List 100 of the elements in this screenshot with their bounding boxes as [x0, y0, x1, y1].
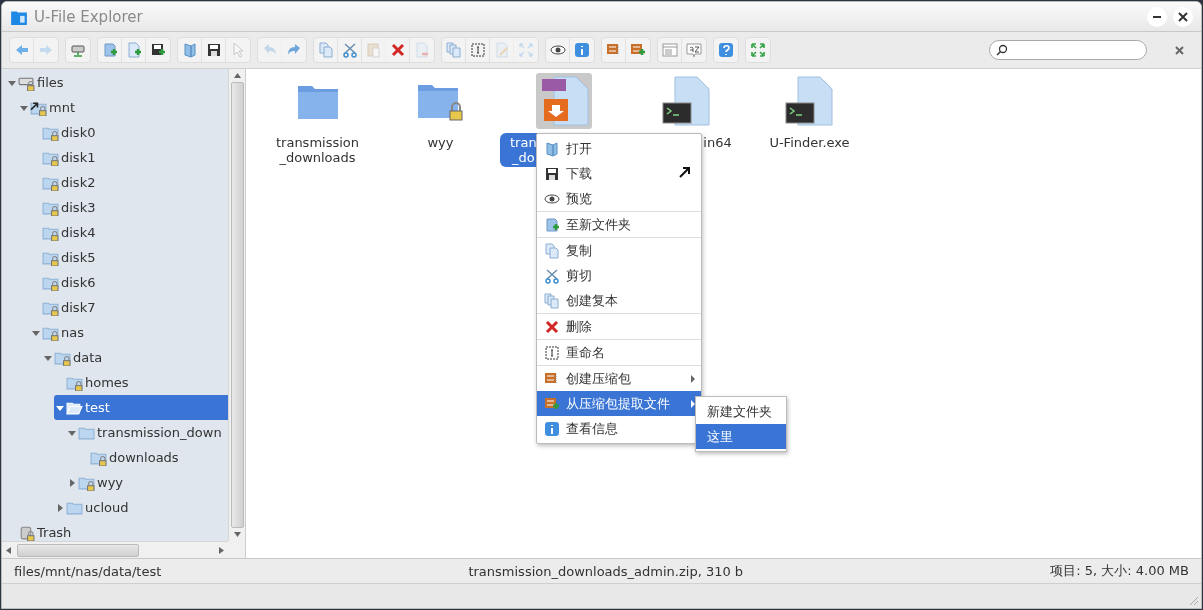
text-cursor-icon	[544, 344, 560, 361]
copy-icon	[317, 42, 334, 58]
eye-icon	[549, 42, 566, 58]
text-cursor-icon	[469, 42, 486, 58]
scissors-icon	[544, 267, 560, 284]
tree-item[interactable]: wyy	[66, 470, 228, 495]
path-text: files/mnt/nas/data/test	[14, 563, 162, 579]
horizontal-scrollbar[interactable]	[2, 541, 228, 558]
menu-item[interactable]: 至新文件夹	[537, 212, 701, 237]
link-folder-icon	[30, 99, 47, 116]
pointer-icon	[230, 42, 246, 58]
file-name: transmission _downloads	[275, 134, 359, 167]
book-icon	[544, 140, 560, 157]
archive-arrow-icon	[544, 395, 560, 412]
scrollbar-thumb[interactable]	[17, 543, 139, 557]
archive-arrow-icon	[630, 42, 646, 58]
tree-item[interactable]: disk0	[30, 120, 228, 145]
file-name: wyy	[427, 134, 454, 152]
tree-item[interactable]: downloads	[78, 445, 228, 470]
info-icon	[544, 420, 560, 437]
expand-icon	[518, 42, 534, 58]
file-name: U-Finder.exe	[769, 134, 850, 152]
scissors-icon	[341, 42, 358, 58]
scroll-left-icon[interactable]	[6, 546, 11, 554]
folder-plus-icon	[101, 42, 118, 58]
caret-icon[interactable]	[8, 78, 16, 87]
copies-icon	[544, 292, 560, 309]
floppy-icon	[544, 165, 560, 182]
file-name: in64	[703, 134, 732, 152]
caret-icon[interactable]	[56, 403, 64, 412]
folder-plus-icon	[544, 216, 560, 233]
tree-item[interactable]: transmission_down	[66, 420, 228, 445]
tree-item[interactable]: disk6	[30, 270, 228, 295]
caret-icon[interactable]	[44, 353, 52, 362]
copy-icon	[544, 242, 560, 259]
tree-item[interactable]: disk5	[30, 245, 228, 270]
menu-item[interactable]: 创建压缩包	[537, 366, 701, 391]
caret-icon[interactable]	[56, 503, 64, 512]
tree-item[interactable]: disk2	[30, 170, 228, 195]
caret-icon[interactable]	[68, 478, 76, 487]
tree-item[interactable]: disk1	[30, 145, 228, 170]
menu-item[interactable]: 剪切	[537, 263, 701, 288]
scroll-down-icon[interactable]	[233, 532, 241, 537]
file-minus-icon	[414, 42, 430, 58]
cursor-icon	[679, 166, 691, 178]
vertical-scrollbar[interactable]	[228, 69, 245, 541]
book-icon	[181, 42, 198, 58]
minimize-button[interactable]	[1147, 6, 1167, 27]
tree-item[interactable]: data	[42, 345, 228, 370]
list-window-icon	[661, 42, 678, 58]
tree-item[interactable]: disk7	[30, 295, 228, 320]
tree-item[interactable]: mnt	[18, 95, 228, 120]
tree-item[interactable]: files	[6, 70, 228, 95]
tree-item[interactable]: disk3	[30, 195, 228, 220]
sort-icon	[686, 42, 702, 58]
close-icon[interactable]	[1175, 45, 1184, 55]
cross-icon	[389, 42, 406, 58]
file-plus-icon	[125, 42, 142, 58]
cross-icon	[544, 318, 560, 335]
arrow-right-icon	[38, 42, 54, 58]
window-title: U-File Explorer	[34, 7, 144, 26]
file-item[interactable]: U-Finder.exe	[748, 73, 871, 152]
tree-item[interactable]: disk4	[30, 220, 228, 245]
tree-item[interactable]: homes	[54, 370, 228, 395]
fullscreen-icon	[750, 42, 766, 58]
floppy-plus-icon	[150, 42, 166, 58]
floppy-icon	[205, 42, 222, 58]
copies-icon	[445, 42, 462, 58]
menu-item[interactable]: 复制	[537, 238, 701, 263]
search-icon	[996, 44, 1008, 56]
scroll-right-icon[interactable]	[219, 546, 224, 554]
caret-icon[interactable]	[32, 328, 40, 337]
menu-item[interactable]: 重命名	[537, 340, 701, 365]
resize-grip-icon	[1189, 596, 1199, 606]
drive-icon	[70, 42, 86, 58]
tree-item[interactable]: test	[54, 395, 228, 420]
scrollbar-thumb[interactable]	[230, 82, 244, 528]
tree-item[interactable]: ucloud	[54, 495, 228, 520]
search-field[interactable]	[989, 40, 1147, 60]
info-icon	[574, 42, 590, 58]
selection-text: transmission_downloads_admin.zip, 310 b	[468, 563, 744, 579]
caret-icon[interactable]	[20, 103, 28, 112]
menu-item[interactable]: 删除	[537, 314, 701, 339]
clipboard-icon	[365, 42, 382, 58]
caret-icon[interactable]	[68, 428, 76, 437]
menu-item[interactable]: 从压缩包提取文件	[537, 391, 701, 416]
menu-item[interactable]: 这里	[696, 424, 786, 449]
menu-item[interactable]: 创建复本	[537, 288, 701, 313]
pencil-file-icon	[493, 42, 510, 58]
scroll-up-icon[interactable]	[233, 73, 241, 78]
file-item[interactable]: wyy	[379, 73, 502, 152]
file-item[interactable]: transmission _downloads	[256, 73, 379, 167]
help-icon	[718, 42, 734, 58]
close-icon	[1178, 11, 1188, 22]
tree-item[interactable]: Trash	[6, 520, 228, 541]
menu-item[interactable]: 预览	[537, 186, 701, 211]
summary-text: 项目: 5, 大小: 4.00 MB	[1050, 562, 1189, 580]
submenu-arrow-icon	[691, 374, 695, 383]
tree-item[interactable]: nas	[30, 320, 228, 345]
close-button[interactable]	[1173, 6, 1193, 27]
